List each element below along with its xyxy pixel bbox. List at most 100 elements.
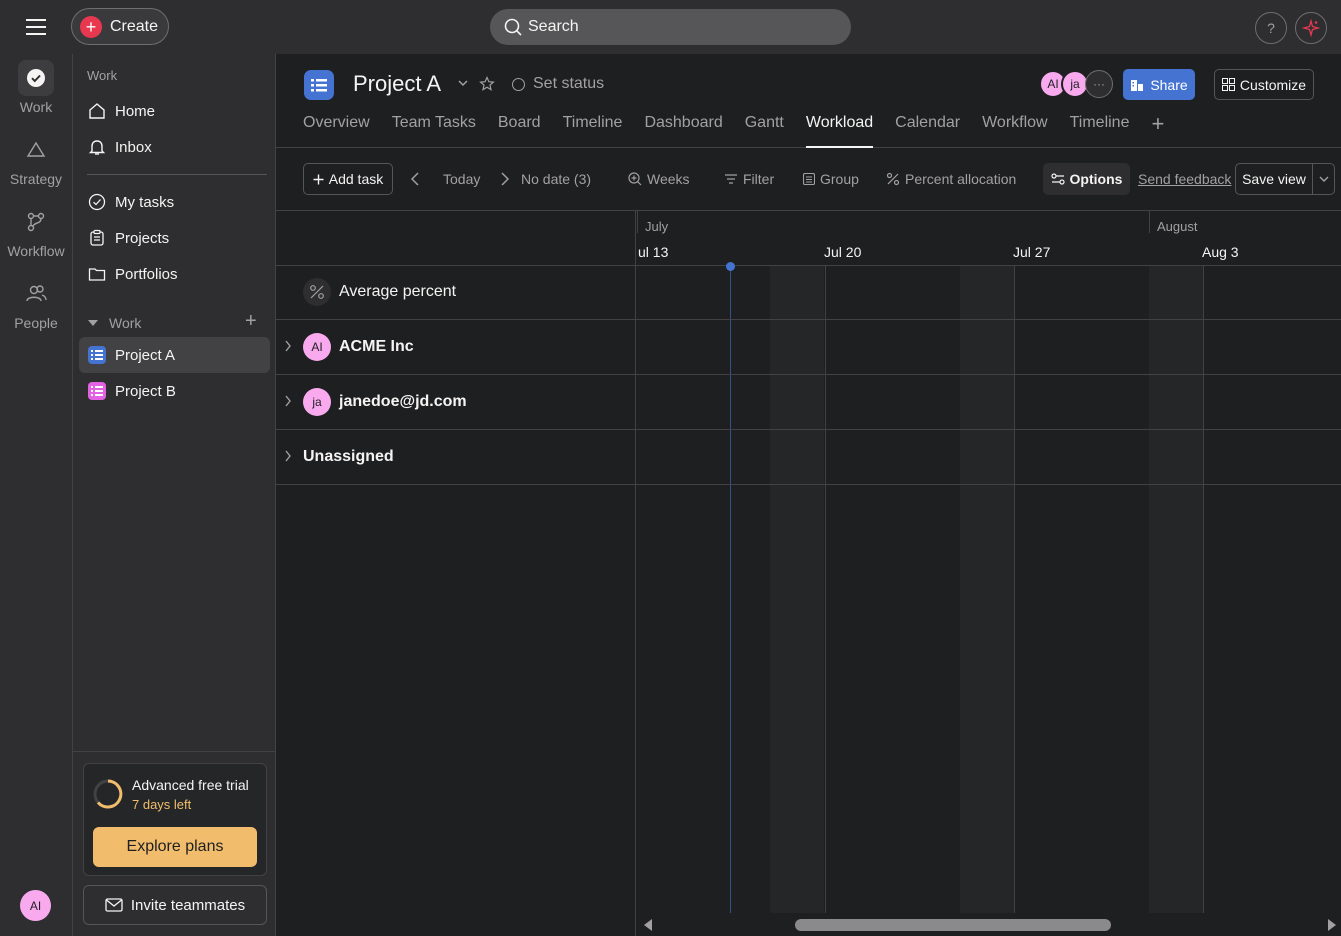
ai-sparkle-button[interactable] <box>1295 12 1327 44</box>
week-label: Jul 20 <box>824 244 862 260</box>
group-button[interactable]: Group <box>803 163 859 195</box>
rail-item-people[interactable]: People <box>0 276 72 331</box>
rail-label: Workflow <box>7 243 65 259</box>
more-members-button[interactable]: ··· <box>1085 70 1113 98</box>
sidebar-item-home[interactable]: Home <box>79 93 270 129</box>
add-tab-button[interactable]: + <box>1151 113 1164 148</box>
search-placeholder: Search <box>528 18 579 35</box>
caret-down-icon[interactable] <box>87 318 99 328</box>
share-button[interactable]: Share <box>1123 69 1195 100</box>
plus-icon <box>313 174 324 185</box>
week-label: ul 13 <box>638 244 669 260</box>
main-content: Project A Set status AI ja ··· Share Cus… <box>276 54 1341 936</box>
filter-button[interactable]: Filter <box>724 163 774 195</box>
customize-label: Customize <box>1239 76 1307 93</box>
table-row[interactable]: Average percent <box>276 265 1341 320</box>
create-label: Create <box>110 17 159 35</box>
avatar[interactable]: AI <box>20 890 51 921</box>
plus-icon: + <box>80 15 102 38</box>
chevron-right-icon <box>284 340 292 352</box>
home-icon <box>87 101 107 121</box>
star-icon[interactable] <box>479 76 495 92</box>
row-label: janedoe@jd.com <box>339 393 467 410</box>
trial-days-left: 7 days left <box>132 797 192 812</box>
weeks-zoom-button[interactable]: Weeks <box>628 163 690 195</box>
table-row[interactable]: Unassigned <box>276 430 1341 485</box>
scroll-left-icon[interactable] <box>643 919 653 931</box>
folder-icon <box>87 264 107 284</box>
tab-timeline[interactable]: Timeline <box>563 114 623 148</box>
tab-board[interactable]: Board <box>498 114 541 148</box>
table-row[interactable]: ja janedoe@jd.com <box>276 375 1341 430</box>
help-button[interactable]: ? <box>1255 12 1287 44</box>
tab-gantt[interactable]: Gantt <box>745 114 784 148</box>
chevron-down-icon[interactable] <box>457 77 469 89</box>
rail-label: Strategy <box>9 171 63 187</box>
project-list-icon[interactable] <box>304 70 334 100</box>
sidebar-item-project-a[interactable]: Project A <box>79 337 270 373</box>
percent-allocation-button[interactable]: Percent allocation <box>886 163 1016 195</box>
rail-label: Work <box>19 99 53 115</box>
previous-button[interactable] <box>410 163 420 195</box>
grid-icon <box>1221 78 1235 91</box>
sidebar-item-project-b[interactable]: Project B <box>79 373 270 409</box>
page-title[interactable]: Project A <box>353 71 441 97</box>
menu-icon[interactable] <box>24 16 48 38</box>
zoom-icon <box>628 172 642 186</box>
sidebar: Work Home Inbox My tasks Projects Portfo… <box>72 54 276 936</box>
tab-workflow[interactable]: Workflow <box>982 114 1048 148</box>
invite-teammates-button[interactable]: Invite teammates <box>83 885 267 925</box>
no-date-button[interactable]: No date (3) <box>521 163 591 195</box>
check-circle-icon <box>18 60 54 96</box>
today-button[interactable]: Today <box>443 163 480 195</box>
month-divider <box>1149 211 1150 233</box>
trial-card: Advanced free trial 7 days left Explore … <box>83 763 267 876</box>
scroll-right-icon[interactable] <box>1327 919 1337 931</box>
divider <box>73 751 275 752</box>
sidebar-item-label: Portfolios <box>115 265 178 283</box>
sidebar-item-label: Home <box>115 102 156 120</box>
tab-overview[interactable]: Overview <box>303 114 370 148</box>
list-icon <box>87 381 107 401</box>
rail-label: People <box>14 315 58 331</box>
add-task-button[interactable]: Add task <box>303 163 393 195</box>
tab-workload[interactable]: Workload <box>805 114 874 148</box>
rail-item-workflow[interactable]: Workflow <box>0 204 72 259</box>
scrollbar-thumb[interactable] <box>795 919 1111 931</box>
table-row[interactable]: AI ACME Inc <box>276 320 1341 375</box>
building-icon <box>1130 78 1144 92</box>
rail-item-work[interactable]: Work <box>0 60 72 115</box>
add-project-button[interactable]: + <box>245 311 263 332</box>
horizontal-scrollbar[interactable] <box>637 913 1341 936</box>
options-button[interactable]: Options <box>1043 163 1130 195</box>
clipboard-icon <box>87 228 107 248</box>
tab-team-tasks[interactable]: Team Tasks <box>392 114 476 148</box>
save-view-button[interactable]: Save view <box>1235 163 1313 195</box>
project-header: Project A Set status AI ja ··· Share Cus… <box>276 54 1341 148</box>
send-feedback-link[interactable]: Send feedback <box>1138 163 1231 195</box>
set-status-label: Set status <box>533 75 605 92</box>
rail-item-strategy[interactable]: Strategy <box>0 132 72 187</box>
week-label: Aug 3 <box>1202 244 1239 260</box>
divider <box>87 174 267 175</box>
sidebar-section-work: Work + <box>87 311 263 334</box>
create-button[interactable]: + Create <box>71 8 169 45</box>
customize-button[interactable]: Customize <box>1214 69 1314 100</box>
chevron-right-icon <box>284 395 292 407</box>
set-status-button[interactable]: Set status <box>512 75 604 93</box>
tab-calendar[interactable]: Calendar <box>895 114 960 148</box>
sidebar-item-projects[interactable]: Projects <box>79 220 270 256</box>
save-view-dropdown[interactable] <box>1312 163 1335 195</box>
check-circle-icon <box>87 192 107 212</box>
sidebar-item-inbox[interactable]: Inbox <box>79 129 270 165</box>
sidebar-item-portfolios[interactable]: Portfolios <box>79 256 270 292</box>
row-label: ACME Inc <box>339 338 414 355</box>
search-input[interactable]: Search <box>490 9 851 45</box>
next-button[interactable] <box>500 163 510 195</box>
tab-dashboard[interactable]: Dashboard <box>644 114 722 148</box>
top-bar: + Create Search ? <box>0 0 1341 54</box>
month-label: August <box>1157 219 1198 234</box>
explore-plans-button[interactable]: Explore plans <box>93 827 257 867</box>
sidebar-item-my-tasks[interactable]: My tasks <box>79 184 270 220</box>
tab-timeline-2[interactable]: Timeline <box>1070 114 1130 148</box>
